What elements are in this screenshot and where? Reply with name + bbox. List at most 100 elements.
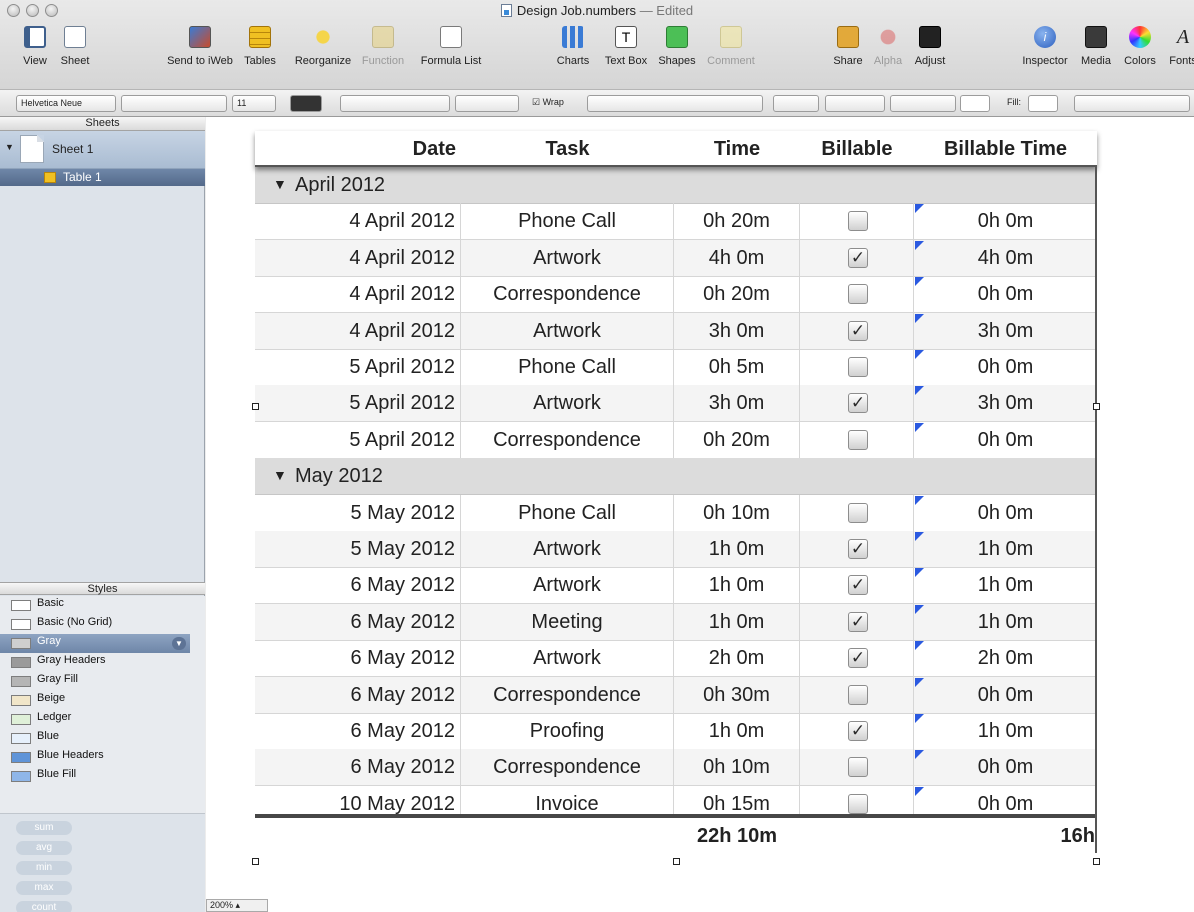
billable-cell[interactable]: ✓ xyxy=(800,531,914,567)
table-row[interactable]: 5 April 2012 Correspondence 0h 20m 0h 0m xyxy=(255,421,1097,459)
billable-time-cell[interactable]: 0h 0m xyxy=(914,422,1097,458)
billable-time-cell[interactable]: 3h 0m xyxy=(914,385,1097,421)
billable-checkbox-checked[interactable]: ✓ xyxy=(848,721,868,741)
send-to-iweb-button[interactable]: Send to iWeb xyxy=(167,22,233,88)
disclosure-triangle-icon[interactable]: ▼ xyxy=(5,142,14,152)
billable-time-cell[interactable]: 1h 0m xyxy=(914,713,1097,749)
style-item[interactable]: Basic (No Grid) xyxy=(0,615,190,634)
time-cell[interactable]: 0h 20m xyxy=(674,276,800,313)
time-cell[interactable]: 0h 20m xyxy=(674,421,800,458)
sheet-button[interactable]: Sheet xyxy=(60,22,90,88)
sheet-canvas[interactable]: Date Task Time Billable Billable Time ▼ A… xyxy=(206,117,1194,912)
font-family-select[interactable]: Helvetica Neue xyxy=(16,95,116,112)
header-task[interactable]: Task xyxy=(461,131,674,167)
billable-time-cell[interactable]: 4h 0m xyxy=(914,240,1097,276)
table-row[interactable]: 6 May 2012 Artwork 2h 0m ✓ 2h 0m xyxy=(255,640,1097,678)
header-billable[interactable]: Billable xyxy=(800,131,914,167)
cell-border-select[interactable] xyxy=(773,95,819,112)
text-color-well[interactable] xyxy=(290,95,322,112)
date-cell[interactable]: 6 May 2012 xyxy=(255,713,461,749)
task-cell[interactable]: Artwork xyxy=(461,531,674,567)
task-cell[interactable]: Artwork xyxy=(461,385,674,422)
table-row[interactable]: 6 May 2012 Correspondence 0h 30m 0h 0m xyxy=(255,676,1097,714)
task-cell[interactable]: Correspondence xyxy=(461,276,674,313)
quick-calc-pill[interactable]: avg xyxy=(16,841,72,855)
billable-time-cell[interactable]: 0h 0m xyxy=(914,749,1097,785)
billable-cell[interactable] xyxy=(800,203,914,240)
billable-checkbox-checked[interactable]: ✓ xyxy=(848,575,868,596)
billable-time-cell[interactable]: 1h 0m xyxy=(914,604,1097,640)
billable-time-cell[interactable]: 0h 0m xyxy=(914,495,1097,531)
quick-calc-pill[interactable]: min xyxy=(16,861,72,875)
task-cell[interactable]: Proofing xyxy=(461,713,674,749)
date-cell[interactable]: 6 May 2012 xyxy=(255,603,461,640)
date-cell[interactable]: 4 April 2012 xyxy=(255,276,461,313)
charts-button[interactable]: Charts xyxy=(557,22,589,88)
style-item[interactable]: Blue xyxy=(0,729,190,748)
billable-checkbox-unchecked[interactable] xyxy=(848,211,868,232)
table-row[interactable]: 6 May 2012 Correspondence 0h 10m 0h 0m xyxy=(255,749,1097,787)
style-item[interactable]: Blue Fill xyxy=(0,767,190,786)
task-cell[interactable]: Correspondence xyxy=(461,421,674,458)
table-row[interactable]: 5 May 2012 Phone Call 0h 10m 0h 0m xyxy=(255,494,1097,532)
task-cell[interactable]: Phone Call xyxy=(461,349,674,385)
stroke-color-well[interactable] xyxy=(960,95,990,112)
time-cell[interactable]: 1h 0m xyxy=(674,603,800,640)
reorganize-button[interactable]: Reorganize xyxy=(295,22,351,88)
resize-handle-bottom-left[interactable] xyxy=(252,858,259,865)
billable-cell[interactable] xyxy=(800,494,914,531)
date-cell[interactable]: 4 April 2012 xyxy=(255,203,461,240)
task-cell[interactable]: Correspondence xyxy=(461,676,674,713)
resize-handle-left[interactable] xyxy=(252,403,259,410)
table-row[interactable]: 4 April 2012 Artwork 4h 0m ✓ 4h 0m xyxy=(255,239,1097,277)
task-cell[interactable]: Meeting xyxy=(461,603,674,640)
group-header-row[interactable]: ▼ May 2012 xyxy=(255,458,1097,496)
sidebar-item-sheet-1[interactable]: ▼ Sheet 1 xyxy=(0,131,205,169)
style-item[interactable]: Ledger xyxy=(0,710,190,729)
wrap-checkbox[interactable]: ☑ Wrap xyxy=(528,95,578,112)
sidebar-item-table-1[interactable]: Table 1 xyxy=(0,169,205,186)
table-row[interactable]: 5 April 2012 Phone Call 0h 5m 0h 0m xyxy=(255,349,1097,386)
vertical-alignment-buttons[interactable] xyxy=(455,95,519,112)
table-row[interactable]: 4 April 2012 Artwork 3h 0m ✓ 3h 0m xyxy=(255,312,1097,350)
billable-time-cell[interactable]: 3h 0m xyxy=(914,313,1097,349)
table-row[interactable]: 6 May 2012 Artwork 1h 0m ✓ 1h 0m xyxy=(255,567,1097,605)
billable-checkbox-unchecked[interactable] xyxy=(848,502,868,523)
date-cell[interactable]: 6 May 2012 xyxy=(255,567,461,604)
task-cell[interactable]: Artwork xyxy=(461,239,674,276)
time-cell[interactable]: 0h 30m xyxy=(674,676,800,713)
style-item[interactable]: Gray Fill xyxy=(0,672,190,691)
billable-cell[interactable] xyxy=(800,421,914,458)
billable-checkbox-unchecked[interactable] xyxy=(848,429,868,450)
billable-cell[interactable] xyxy=(800,276,914,313)
time-cell[interactable]: 0h 5m xyxy=(674,349,800,385)
table-row[interactable]: 6 May 2012 Proofing 1h 0m ✓ 1h 0m xyxy=(255,713,1097,750)
billable-time-cell[interactable]: 0h 0m xyxy=(914,203,1097,239)
adjust-button[interactable]: Adjust xyxy=(915,22,945,88)
tables-button[interactable]: Tables xyxy=(244,22,276,88)
task-cell[interactable]: Phone Call xyxy=(461,203,674,240)
date-cell[interactable]: 5 May 2012 xyxy=(255,531,461,567)
billable-cell[interactable]: ✓ xyxy=(800,603,914,640)
time-cell[interactable]: 4h 0m xyxy=(674,239,800,276)
table-layout-buttons[interactable] xyxy=(1074,95,1190,112)
text-box-button[interactable]: T Text Box xyxy=(605,22,647,88)
zoom-select[interactable]: 200% ▴ xyxy=(206,899,268,912)
header-date[interactable]: Date xyxy=(255,131,461,167)
billable-checkbox-unchecked[interactable] xyxy=(848,684,868,705)
table-row[interactable]: 5 May 2012 Artwork 1h 0m ✓ 1h 0m xyxy=(255,531,1097,568)
date-cell[interactable]: 4 April 2012 xyxy=(255,312,461,349)
billable-time-cell[interactable]: 2h 0m xyxy=(914,640,1097,676)
billable-time-cell[interactable]: 1h 0m xyxy=(914,531,1097,567)
table-row[interactable]: 4 April 2012 Correspondence 0h 20m 0h 0m xyxy=(255,276,1097,314)
style-item[interactable]: Blue Headers xyxy=(0,748,190,767)
function-button[interactable]: Function xyxy=(362,22,404,88)
time-total[interactable]: 22h 10m xyxy=(674,818,800,855)
style-item[interactable]: Gray ▼ xyxy=(0,634,190,653)
billable-checkbox-checked[interactable]: ✓ xyxy=(848,247,868,268)
time-cell[interactable]: 1h 0m xyxy=(674,567,800,604)
time-cell[interactable]: 3h 0m xyxy=(674,312,800,349)
quick-calc-pill[interactable]: sum xyxy=(16,821,72,835)
quick-calc-pill[interactable]: max xyxy=(16,881,72,895)
task-cell[interactable]: Correspondence xyxy=(461,749,674,786)
